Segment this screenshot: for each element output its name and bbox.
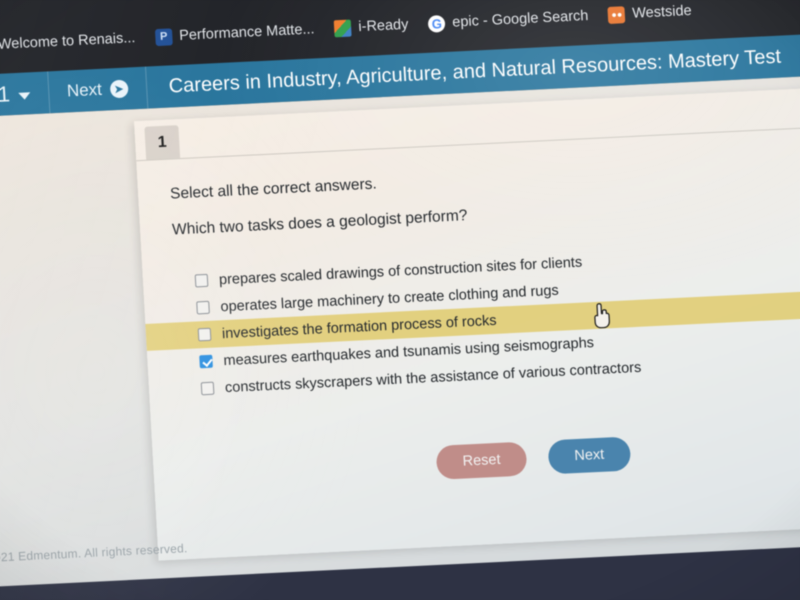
reset-button[interactable]: Reset	[435, 441, 528, 480]
option-checkbox[interactable]	[197, 327, 212, 342]
option-checkbox[interactable]	[200, 381, 215, 396]
bookmark-label: Welcome to Renais...	[0, 30, 136, 53]
question-card: 1 Select all the correct answers. Which …	[134, 84, 800, 561]
next-button[interactable]: Next	[547, 436, 632, 475]
copyright-footer: 2021 Edmentum. All rights reserved.	[0, 541, 188, 565]
screen-contents: m.com/assessments-delivery/ua/mt/launch/…	[0, 0, 800, 600]
arrow-right-circle-icon: ➤	[109, 79, 129, 99]
page-selector[interactable]: 1	[0, 71, 51, 117]
chevron-down-icon	[17, 91, 31, 100]
option-checkbox[interactable]	[194, 273, 209, 288]
bookmark-label: Westside	[631, 2, 693, 22]
performance-matters-icon: P	[154, 27, 173, 46]
question-number-tab[interactable]: 1	[144, 125, 181, 160]
bookmark-label: Performance Matte...	[178, 21, 315, 44]
option-checkbox[interactable]	[199, 354, 213, 369]
bookmark-label: i-Ready	[357, 16, 409, 36]
question-number: 1	[157, 133, 168, 151]
answer-options-list: prepares scaled drawings of construction…	[142, 233, 800, 405]
iready-cube-icon	[333, 19, 352, 37]
google-g-icon: G	[427, 14, 446, 33]
question-prompt: Which two tasks does a geologist perform…	[171, 207, 468, 239]
bookmark-iready[interactable]: i-Ready	[332, 13, 411, 40]
photo-of-screen: m.com/assessments-delivery/ua/mt/launch/…	[0, 0, 800, 600]
westside-icon: ●●	[607, 5, 626, 24]
bookmark-westside[interactable]: ●● Westside	[606, 0, 695, 27]
action-buttons: Reset Next	[153, 423, 800, 494]
next-nav-button[interactable]: Next ➤	[47, 66, 148, 114]
bookmark-performance-matters[interactable]: P Performance Matte...	[153, 18, 317, 49]
tab-divider	[136, 123, 800, 162]
page-number: 1	[0, 81, 11, 107]
option-checkbox[interactable]	[196, 300, 210, 315]
bookmark-epic-google-search[interactable]: G epic - Google Search	[426, 4, 591, 35]
assessment-page: 1 Select all the correct answers. Which …	[0, 73, 800, 600]
next-nav-label: Next	[66, 79, 103, 101]
question-instruction: Select all the correct answers.	[169, 175, 378, 203]
bookmark-label: epic - Google Search	[451, 7, 589, 31]
bookmark-welcome-to-renaissance[interactable]: ★ Welcome to Renais...	[0, 27, 138, 58]
